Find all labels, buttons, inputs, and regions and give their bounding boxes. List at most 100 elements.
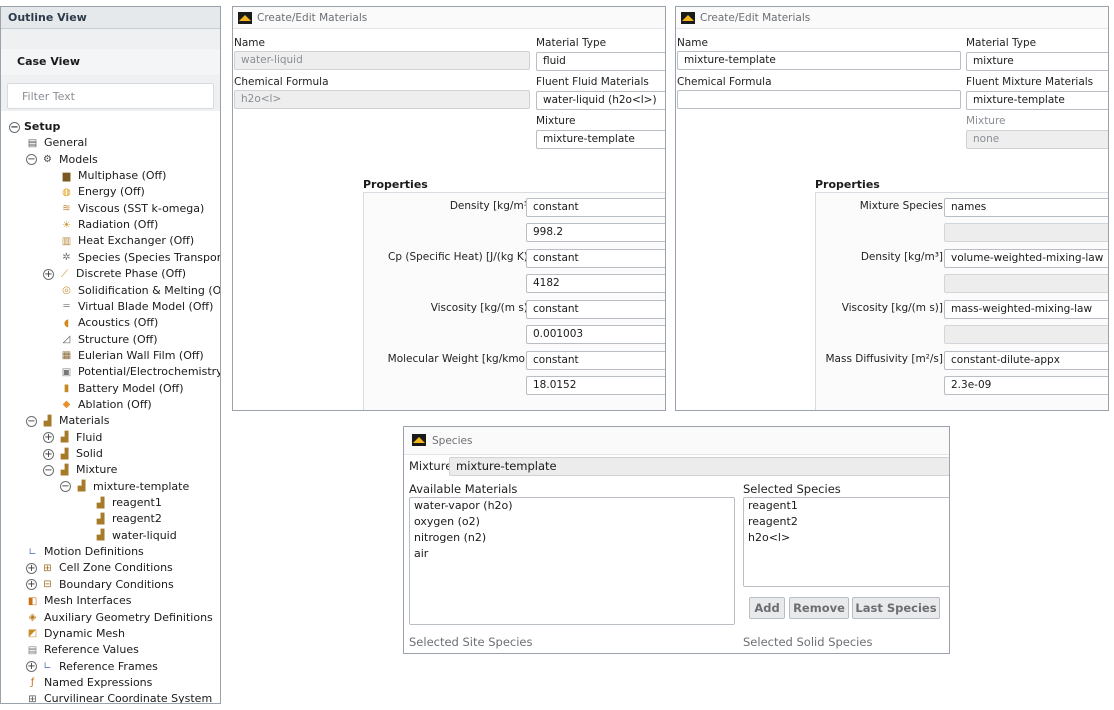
available-materials-list[interactable]: water-vapor (h2o) oxygen (o2) nitrogen (n2… bbox=[409, 497, 735, 625]
selected-species-list[interactable]: reagent1 reagent2 h2o<l> bbox=[743, 497, 949, 587]
selected-species-item[interactable]: reagent2 bbox=[744, 514, 949, 530]
collapse-icon[interactable]: − bbox=[26, 154, 37, 166]
general-icon: ▤ bbox=[27, 137, 38, 149]
electrochemistry-icon: ▣ bbox=[61, 366, 72, 378]
tree-item-curvilinear-coordinate-system[interactable]: ⊞ Curvilinear Coordinate System bbox=[26, 691, 212, 703]
chemical-formula-field[interactable]: h2o<l> bbox=[234, 90, 530, 109]
name-field[interactable]: mixture-template bbox=[677, 51, 961, 70]
tree-item-reference-frames[interactable]: + ∟ Reference Frames bbox=[26, 659, 158, 675]
expand-icon[interactable]: + bbox=[43, 268, 54, 280]
tree-item-heat-exchanger-off[interactable]: ▥ Heat Exchanger (Off) bbox=[60, 233, 194, 249]
material-type-dropdown[interactable]: fluid bbox=[536, 52, 665, 71]
tree-item-materials[interactable]: − ▟ Materials bbox=[26, 413, 109, 429]
panel-title: Create/Edit Materials bbox=[257, 12, 368, 24]
tree-item-energy-off[interactable]: ◍ Energy (Off) bbox=[60, 184, 145, 200]
tree-item-mixture-template[interactable]: − ▟ mixture-template bbox=[60, 479, 189, 495]
available-material-item[interactable]: water-vapor (h2o) bbox=[410, 498, 734, 514]
viscosity-value-field[interactable]: 0.001003 bbox=[526, 325, 665, 344]
tree-item-potential-electrochemistry-off[interactable]: ▣ Potential/Electrochemistry (Off) bbox=[60, 364, 221, 380]
tree-item-fluid[interactable]: + ▟ Fluid bbox=[43, 430, 102, 446]
available-material-item[interactable]: oxygen (o2) bbox=[410, 514, 734, 530]
tree-item-solidification-melting-off[interactable]: ◎ Solidification & Melting (Off) bbox=[60, 283, 220, 299]
viscosity-label: Viscosity [kg/(m s)] bbox=[430, 302, 532, 314]
tree-item-label: Cell Zone Conditions bbox=[59, 561, 173, 575]
tree-item-label: Potential/Electrochemistry (Off) bbox=[78, 365, 221, 379]
collapse-icon[interactable]: − bbox=[60, 481, 71, 493]
mixture-label: Mixture bbox=[536, 115, 576, 127]
chemical-formula-field[interactable] bbox=[677, 90, 961, 109]
tree-item-models[interactable]: − ⚙ Models bbox=[26, 152, 98, 168]
tree-item-dynamic-mesh[interactable]: ◩ Dynamic Mesh bbox=[26, 626, 125, 642]
selected-species-item[interactable]: h2o<l> bbox=[744, 530, 949, 546]
tree-item-mixture[interactable]: − ▟ Mixture bbox=[43, 462, 117, 478]
filter-text-input[interactable]: Filter Text bbox=[7, 83, 214, 109]
expand-icon[interactable]: + bbox=[43, 432, 54, 444]
mixture-dropdown[interactable]: none bbox=[966, 130, 1108, 149]
fluent-materials-dropdown[interactable]: mixture-template bbox=[966, 91, 1108, 110]
tree-item-label: Boundary Conditions bbox=[59, 577, 174, 591]
density-value-field[interactable]: 998.2 bbox=[526, 223, 665, 242]
tree-item-battery-model-off[interactable]: ▮ Battery Model (Off) bbox=[60, 381, 184, 397]
aux-geometry-icon: ◈ bbox=[28, 612, 37, 623]
expand-icon[interactable]: + bbox=[26, 579, 37, 591]
species-mixture-field[interactable]: mixture-template bbox=[449, 457, 949, 476]
mixture-dropdown[interactable]: mixture-template bbox=[536, 130, 665, 149]
tree-item-virtual-blade-model-off[interactable]: ═ Virtual Blade Model (Off) bbox=[60, 299, 213, 315]
ansys-logo-icon bbox=[238, 12, 252, 24]
tree-item-setup[interactable]: − Setup bbox=[9, 119, 60, 135]
tree-item-acoustics-off[interactable]: ◖ Acoustics (Off) bbox=[60, 315, 158, 331]
tree-item-water-liquid[interactable]: ▟ water-liquid bbox=[94, 528, 177, 544]
tree-item-boundary-conditions[interactable]: + ⊟ Boundary Conditions bbox=[26, 577, 174, 593]
last-species-button[interactable]: Last Species bbox=[852, 597, 940, 619]
cp-value-field[interactable]: 4182 bbox=[526, 274, 665, 293]
remove-button[interactable]: Remove bbox=[789, 597, 849, 619]
mixture-species-edit-button[interactable] bbox=[944, 223, 1108, 242]
mass-diffusivity-value-field[interactable]: 2.3e-09 bbox=[944, 376, 1108, 395]
tree-item-reference-values[interactable]: ▤ Reference Values bbox=[26, 642, 139, 658]
viscosity-method-dropdown[interactable]: constant bbox=[526, 300, 665, 319]
collapse-icon[interactable]: − bbox=[43, 464, 54, 476]
tree-item-named-expressions[interactable]: ƒ Named Expressions bbox=[26, 675, 153, 691]
discrete-phase-icon: ⟋ bbox=[61, 268, 68, 280]
tree-item-general[interactable]: ▤ General bbox=[26, 135, 88, 151]
cp-method-dropdown[interactable]: constant bbox=[526, 249, 665, 268]
mass-diffusivity-method-dropdown[interactable]: constant-dilute-appx bbox=[944, 351, 1108, 370]
material-type-dropdown[interactable]: mixture bbox=[966, 52, 1108, 71]
tree-item-reagent2[interactable]: ▟ reagent2 bbox=[94, 511, 162, 527]
tree-item-motion-definitions[interactable]: ∟ Motion Definitions bbox=[26, 544, 144, 560]
expand-icon[interactable]: + bbox=[43, 448, 54, 460]
available-material-item[interactable]: nitrogen (n2) bbox=[410, 530, 734, 546]
tree-item-eulerian-wall-film-off[interactable]: ▦ Eulerian Wall Film (Off) bbox=[60, 348, 204, 364]
density-value-field[interactable] bbox=[944, 274, 1108, 293]
tree-item-species-species-transport[interactable]: ✲ Species (Species Transport) bbox=[60, 250, 220, 266]
collapse-icon[interactable]: − bbox=[26, 415, 37, 427]
molecular-weight-value-field[interactable]: 18.0152 bbox=[526, 376, 665, 395]
tree-item-cell-zone-conditions[interactable]: + ⊞ Cell Zone Conditions bbox=[26, 560, 173, 576]
available-material-item[interactable]: air bbox=[410, 546, 734, 562]
selected-species-item[interactable]: reagent1 bbox=[744, 498, 949, 514]
tree-item-radiation-off[interactable]: ☀ Radiation (Off) bbox=[60, 217, 158, 233]
tree-item-reagent1[interactable]: ▟ reagent1 bbox=[94, 495, 162, 511]
molecular-weight-method-dropdown[interactable]: constant bbox=[526, 351, 665, 370]
tree-item-label: mixture-template bbox=[93, 479, 190, 493]
tree-item-mesh-interfaces[interactable]: ◧ Mesh Interfaces bbox=[26, 593, 132, 609]
tree-item-ablation-off[interactable]: ◆ Ablation (Off) bbox=[60, 397, 152, 413]
tree-item-discrete-phase-off[interactable]: + ⟋ Discrete Phase (Off) bbox=[43, 266, 186, 282]
density-method-dropdown[interactable]: volume-weighted-mixing-law bbox=[944, 249, 1108, 268]
case-view-header[interactable]: Case View bbox=[1, 49, 220, 75]
viscosity-method-dropdown[interactable]: mass-weighted-mixing-law bbox=[944, 300, 1108, 319]
fluent-materials-dropdown[interactable]: water-liquid (h2o<l>) bbox=[536, 91, 665, 110]
density-method-dropdown[interactable]: constant bbox=[526, 198, 665, 217]
add-button[interactable]: Add bbox=[749, 597, 785, 619]
collapse-icon[interactable]: − bbox=[9, 121, 20, 133]
tree-item-auxiliary-geometry-definitions[interactable]: ◈ Auxiliary Geometry Definitions bbox=[26, 610, 213, 626]
viscosity-value-field[interactable] bbox=[944, 325, 1108, 344]
expand-icon[interactable]: + bbox=[26, 661, 37, 673]
tree-item-solid[interactable]: + ▟ Solid bbox=[43, 446, 103, 462]
name-field[interactable]: water-liquid bbox=[234, 51, 530, 70]
tree-item-structure-off[interactable]: ◿ Structure (Off) bbox=[60, 332, 158, 348]
tree-item-multiphase-off[interactable]: ▆ Multiphase (Off) bbox=[60, 168, 167, 184]
mixture-species-method-dropdown[interactable]: names bbox=[944, 198, 1108, 217]
expand-icon[interactable]: + bbox=[26, 562, 37, 574]
tree-item-viscous-sst-k-omega[interactable]: ≋ Viscous (SST k-omega) bbox=[60, 201, 204, 217]
